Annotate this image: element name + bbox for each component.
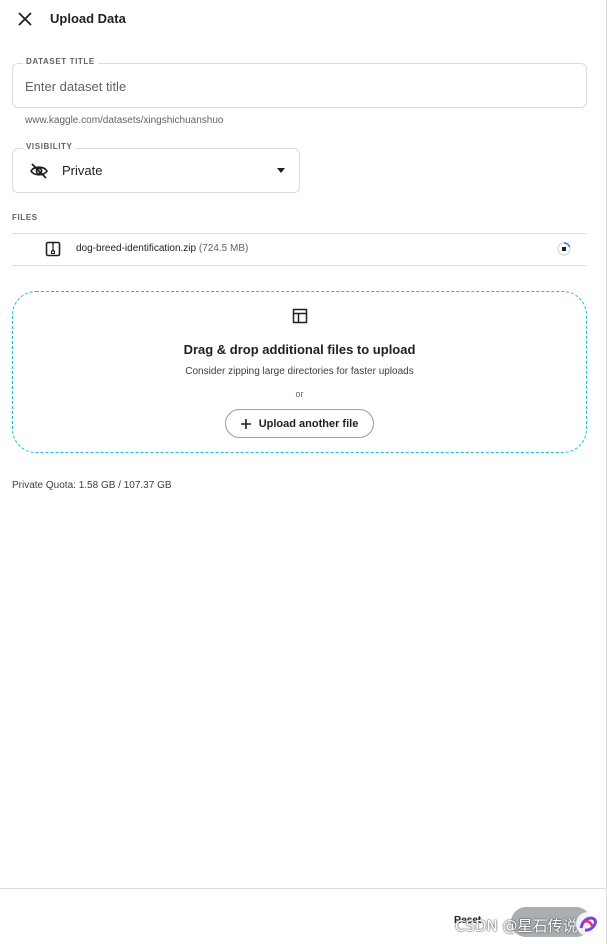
- header: Upload Data: [0, 0, 600, 38]
- watermark-logo-icon: [576, 912, 600, 936]
- visibility-select[interactable]: VISIBILITY Private: [12, 142, 300, 193]
- file-name-text: dog-breed-identification.zip: [76, 243, 197, 254]
- file-dropzone[interactable]: Drag & drop additional files to upload C…: [12, 291, 587, 453]
- visibility-label: VISIBILITY: [23, 142, 76, 151]
- files-section-label: FILES: [12, 213, 38, 222]
- file-row: dog-breed-identification.zip (724.5 MB): [12, 233, 587, 266]
- dropzone-or: or: [295, 389, 304, 399]
- dataset-title-label: DATASET TITLE: [23, 57, 98, 66]
- close-icon: [18, 12, 32, 26]
- footer-divider: [0, 888, 607, 889]
- eye-off-icon: [30, 163, 48, 179]
- dropzone-title: Drag & drop additional files to upload: [183, 342, 416, 357]
- zip-file-icon: [45, 241, 61, 257]
- upload-another-file-label: Upload another file: [258, 417, 359, 430]
- upload-data-panel: Upload Data DATASET TITLE www.kaggle.com…: [0, 0, 607, 944]
- caret-down-icon: [277, 168, 285, 173]
- dataset-title-field[interactable]: DATASET TITLE: [12, 57, 587, 108]
- table-icon: [292, 308, 308, 324]
- plus-icon: [240, 418, 251, 429]
- file-size: (724.5 MB): [198, 243, 249, 254]
- private-quota: Private Quota: 1.58 GB / 107.37 GB: [12, 480, 172, 491]
- close-button[interactable]: [14, 8, 36, 30]
- upload-progress-icon[interactable]: [557, 242, 571, 256]
- visibility-value: Private: [62, 163, 103, 178]
- dropzone-subtitle: Consider zipping large directories for f…: [185, 366, 414, 377]
- dataset-title-input[interactable]: [25, 76, 565, 96]
- upload-another-file-button[interactable]: Upload another file: [225, 409, 374, 438]
- page-title: Upload Data: [50, 11, 126, 26]
- dataset-url-hint: www.kaggle.com/datasets/xingshichuanshuo: [25, 115, 224, 126]
- file-name: dog-breed-identification.zip (724.5 MB): [76, 243, 248, 254]
- watermark: CSDN @星石传说: [455, 917, 578, 935]
